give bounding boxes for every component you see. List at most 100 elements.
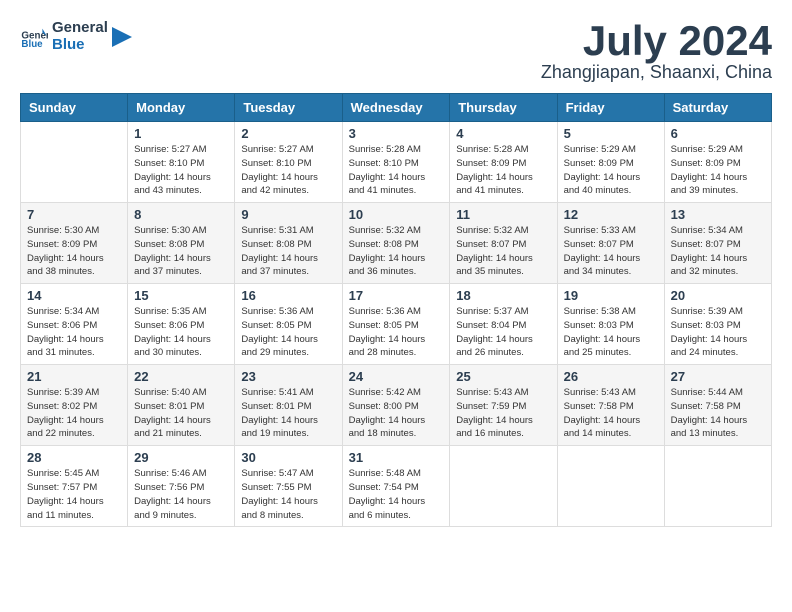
calendar-cell: 25 Sunrise: 5:43 AM Sunset: 7:59 PM Dayli… <box>450 365 557 446</box>
day-number: 13 <box>671 207 765 222</box>
day-number: 7 <box>27 207 121 222</box>
day-number: 2 <box>241 126 335 141</box>
day-info: Sunrise: 5:31 AM Sunset: 8:08 PM Dayligh… <box>241 224 335 279</box>
calendar-cell: 20Sunrise: 5:39 AM Sunset: 8:03 PM Dayli… <box>664 284 771 365</box>
title-area: July 2024 Zhangjiapan, Shaanxi, China <box>541 20 772 83</box>
day-number: 25 <box>456 369 550 384</box>
day-info: Sunrise: 5:43 AM Sunset: 7:59 PM Dayligh… <box>456 386 550 441</box>
day-info: Sunrise: 5:30 AM Sunset: 8:08 PM Dayligh… <box>134 224 228 279</box>
calendar-cell: 8 Sunrise: 5:30 AM Sunset: 8:08 PM Daylig… <box>128 203 235 284</box>
calendar-header: SundayMondayTuesdayWednesdayThursdayFrid… <box>21 94 772 122</box>
day-info: Sunrise: 5:37 AM Sunset: 8:04 PM Dayligh… <box>456 305 550 360</box>
calendar-table: SundayMondayTuesdayWednesdayThursdayFrid… <box>20 93 772 527</box>
day-info: Sunrise: 5:28 AM Sunset: 8:10 PM Dayligh… <box>349 143 444 198</box>
day-info: Sunrise: 5:46 AM Sunset: 7:56 PM Dayligh… <box>134 467 228 522</box>
day-number: 11 <box>456 207 550 222</box>
calendar-cell: 14Sunrise: 5:34 AM Sunset: 8:06 PM Dayli… <box>21 284 128 365</box>
week-row-4: 21 Sunrise: 5:39 AM Sunset: 8:02 PM Dayli… <box>21 365 772 446</box>
calendar-cell: 16Sunrise: 5:36 AM Sunset: 8:05 PM Dayli… <box>235 284 342 365</box>
logo-icon: General Blue <box>20 23 48 51</box>
calendar-cell: 18 Sunrise: 5:37 AM Sunset: 8:04 PM Dayli… <box>450 284 557 365</box>
calendar-cell: 30Sunrise: 5:47 AM Sunset: 7:55 PM Dayli… <box>235 446 342 527</box>
day-info: Sunrise: 5:34 AM Sunset: 8:07 PM Dayligh… <box>671 224 765 279</box>
day-number: 10 <box>349 207 444 222</box>
day-number: 22 <box>134 369 228 384</box>
logo: General Blue General Blue <box>20 20 132 53</box>
day-info: Sunrise: 5:28 AM Sunset: 8:09 PM Dayligh… <box>456 143 550 198</box>
day-number: 5 <box>564 126 658 141</box>
calendar-cell: 17 Sunrise: 5:36 AM Sunset: 8:05 PM Dayli… <box>342 284 450 365</box>
calendar-cell: 29 Sunrise: 5:46 AM Sunset: 7:56 PM Dayli… <box>128 446 235 527</box>
calendar-cell: 26Sunrise: 5:43 AM Sunset: 7:58 PM Dayli… <box>557 365 664 446</box>
day-info: Sunrise: 5:48 AM Sunset: 7:54 PM Dayligh… <box>349 467 444 522</box>
weekday-header-monday: Monday <box>128 94 235 122</box>
calendar-cell: 10 Sunrise: 5:32 AM Sunset: 8:08 PM Dayli… <box>342 203 450 284</box>
day-info: Sunrise: 5:47 AM Sunset: 7:55 PM Dayligh… <box>241 467 335 522</box>
day-info: Sunrise: 5:29 AM Sunset: 8:09 PM Dayligh… <box>564 143 658 198</box>
calendar-cell: 15Sunrise: 5:35 AM Sunset: 8:06 PM Dayli… <box>128 284 235 365</box>
day-number: 4 <box>456 126 550 141</box>
day-number: 14 <box>27 288 121 303</box>
day-number: 1 <box>134 126 228 141</box>
calendar-cell: 19 Sunrise: 5:38 AM Sunset: 8:03 PM Dayli… <box>557 284 664 365</box>
day-number: 18 <box>456 288 550 303</box>
calendar-cell: 13 Sunrise: 5:34 AM Sunset: 8:07 PM Dayli… <box>664 203 771 284</box>
day-number: 27 <box>671 369 765 384</box>
day-number: 31 <box>349 450 444 465</box>
day-info: Sunrise: 5:38 AM Sunset: 8:03 PM Dayligh… <box>564 305 658 360</box>
day-number: 19 <box>564 288 658 303</box>
day-info: Sunrise: 5:29 AM Sunset: 8:09 PM Dayligh… <box>671 143 765 198</box>
day-info: Sunrise: 5:44 AM Sunset: 7:58 PM Dayligh… <box>671 386 765 441</box>
calendar-cell: 4 Sunrise: 5:28 AM Sunset: 8:09 PM Daylig… <box>450 122 557 203</box>
weekday-header-row: SundayMondayTuesdayWednesdayThursdayFrid… <box>21 94 772 122</box>
day-info: Sunrise: 5:40 AM Sunset: 8:01 PM Dayligh… <box>134 386 228 441</box>
location-title: Zhangjiapan, Shaanxi, China <box>541 62 772 83</box>
weekday-header-friday: Friday <box>557 94 664 122</box>
day-info: Sunrise: 5:32 AM Sunset: 8:07 PM Dayligh… <box>456 224 550 279</box>
day-info: Sunrise: 5:39 AM Sunset: 8:02 PM Dayligh… <box>27 386 121 441</box>
calendar-cell <box>557 446 664 527</box>
week-row-2: 7 Sunrise: 5:30 AM Sunset: 8:09 PM Daylig… <box>21 203 772 284</box>
day-number: 20 <box>671 288 765 303</box>
calendar-cell: 11 Sunrise: 5:32 AM Sunset: 8:07 PM Dayli… <box>450 203 557 284</box>
calendar-cell: 22 Sunrise: 5:40 AM Sunset: 8:01 PM Dayli… <box>128 365 235 446</box>
weekday-header-saturday: Saturday <box>664 94 771 122</box>
weekday-header-thursday: Thursday <box>450 94 557 122</box>
day-number: 21 <box>27 369 121 384</box>
day-number: 12 <box>564 207 658 222</box>
calendar-cell: 21 Sunrise: 5:39 AM Sunset: 8:02 PM Dayli… <box>21 365 128 446</box>
day-number: 23 <box>241 369 335 384</box>
day-number: 3 <box>349 126 444 141</box>
week-row-1: 1 Sunrise: 5:27 AM Sunset: 8:10 PM Daylig… <box>21 122 772 203</box>
day-number: 29 <box>134 450 228 465</box>
day-info: Sunrise: 5:30 AM Sunset: 8:09 PM Dayligh… <box>27 224 121 279</box>
day-info: Sunrise: 5:35 AM Sunset: 8:06 PM Dayligh… <box>134 305 228 360</box>
day-number: 6 <box>671 126 765 141</box>
day-number: 17 <box>349 288 444 303</box>
calendar-cell: 31 Sunrise: 5:48 AM Sunset: 7:54 PM Dayli… <box>342 446 450 527</box>
calendar-cell: 12Sunrise: 5:33 AM Sunset: 8:07 PM Dayli… <box>557 203 664 284</box>
day-info: Sunrise: 5:36 AM Sunset: 8:05 PM Dayligh… <box>349 305 444 360</box>
day-info: Sunrise: 5:27 AM Sunset: 8:10 PM Dayligh… <box>134 143 228 198</box>
day-number: 16 <box>241 288 335 303</box>
calendar-cell: 7 Sunrise: 5:30 AM Sunset: 8:09 PM Daylig… <box>21 203 128 284</box>
calendar-cell: 24Sunrise: 5:42 AM Sunset: 8:00 PM Dayli… <box>342 365 450 446</box>
day-info: Sunrise: 5:32 AM Sunset: 8:08 PM Dayligh… <box>349 224 444 279</box>
calendar-cell: 1 Sunrise: 5:27 AM Sunset: 8:10 PM Daylig… <box>128 122 235 203</box>
day-info: Sunrise: 5:27 AM Sunset: 8:10 PM Dayligh… <box>241 143 335 198</box>
day-info: Sunrise: 5:43 AM Sunset: 7:58 PM Dayligh… <box>564 386 658 441</box>
calendar-cell: 9 Sunrise: 5:31 AM Sunset: 8:08 PM Daylig… <box>235 203 342 284</box>
day-number: 9 <box>241 207 335 222</box>
svg-text:Blue: Blue <box>21 38 43 49</box>
week-row-3: 14Sunrise: 5:34 AM Sunset: 8:06 PM Dayli… <box>21 284 772 365</box>
calendar-cell: 6 Sunrise: 5:29 AM Sunset: 8:09 PM Daylig… <box>664 122 771 203</box>
week-row-5: 28Sunrise: 5:45 AM Sunset: 7:57 PM Dayli… <box>21 446 772 527</box>
calendar-cell: 2 Sunrise: 5:27 AM Sunset: 8:10 PM Daylig… <box>235 122 342 203</box>
day-number: 8 <box>134 207 228 222</box>
day-info: Sunrise: 5:42 AM Sunset: 8:00 PM Dayligh… <box>349 386 444 441</box>
calendar-cell <box>664 446 771 527</box>
logo-blue: Blue <box>52 36 85 53</box>
day-info: Sunrise: 5:45 AM Sunset: 7:57 PM Dayligh… <box>27 467 121 522</box>
calendar-cell: 3 Sunrise: 5:28 AM Sunset: 8:10 PM Daylig… <box>342 122 450 203</box>
weekday-header-wednesday: Wednesday <box>342 94 450 122</box>
